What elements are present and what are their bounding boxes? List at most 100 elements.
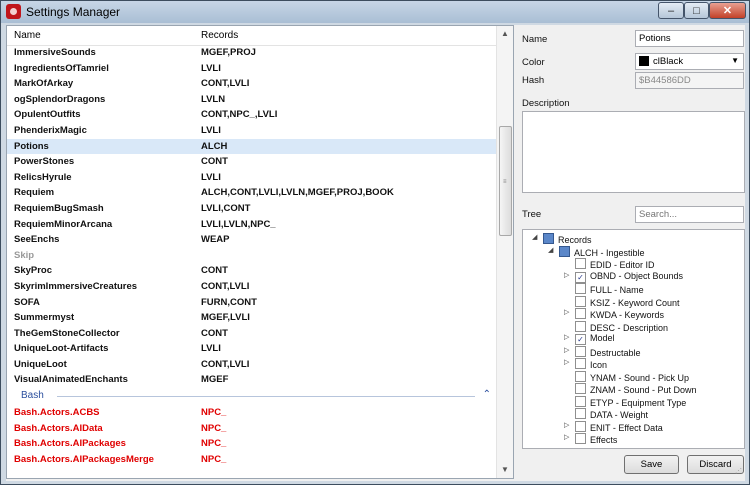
expand-icon[interactable]: ▷ [564,421,569,429]
list-item[interactable]: Bash.Actors.AIPackages NPC_ [7,436,497,452]
checkbox-partial[interactable] [543,233,554,244]
title-bar[interactable]: Settings Manager – □ ✕ [1,1,749,23]
list-item[interactable]: Potions ALCH [7,138,497,155]
checkbox[interactable] [575,395,586,407]
list-item[interactable]: UniqueLoot CONT,LVLI [7,357,497,373]
color-select[interactable]: clBlack ▼ [635,53,744,70]
tree-node-item[interactable]: ▷ ENIT - Effect Data [564,420,663,434]
list-item-records: ALCH,CONT,LVLI,LVLN,MGEF,PROJ,BOOK [201,187,394,199]
collapse-icon[interactable]: ◢ [532,233,537,241]
expand-icon[interactable]: ▷ [564,308,569,316]
list-item[interactable]: MarkOfArkay CONT,LVLI [7,76,497,92]
checkbox[interactable] [575,420,586,432]
color-label: Color [522,57,545,68]
settings-list[interactable]: Name Records ImmersiveSounds MGEF,PROJ Ing… [6,25,514,479]
vertical-scrollbar[interactable]: ▲ ≡ ▼ [496,26,513,478]
checkbox[interactable] [575,258,586,269]
description-field[interactable] [522,111,745,193]
checkbox[interactable] [575,383,586,394]
checkbox[interactable] [575,433,586,444]
tree-node-alch[interactable]: ◢ ALCH - Ingestible [548,245,645,259]
tree-node-item[interactable]: ▷ ✓ OBND - Object Bounds [564,271,683,284]
tree-node-item[interactable]: ▷ ✓ Model [564,333,615,346]
list-item-records: NPC_ [201,438,227,450]
scroll-down-arrow-icon[interactable]: ▼ [497,462,513,478]
expand-icon[interactable]: ▷ [564,358,569,366]
list-item-name: RelicsHyrule [14,171,72,183]
list-item[interactable]: SeeEnchs WEAP [7,232,497,248]
list-item[interactable]: TheGemStoneCollector CONT [7,326,497,342]
list-item[interactable]: IngredientsOfTamriel LVLI [7,61,497,77]
expand-icon[interactable]: ▷ [564,433,569,441]
checkbox[interactable] [575,408,586,419]
record-tree[interactable]: ◢ Records ◢ ALCH - Ingestible EDID - Editor … [522,229,745,449]
scroll-up-arrow-icon[interactable]: ▲ [497,26,513,42]
tree-node-records[interactable]: ◢ Records [532,233,592,246]
save-button[interactable]: Save [624,455,679,474]
list-item[interactable]: RequiemBugSmash LVLI,CONT [7,201,497,217]
expand-icon[interactable]: ▷ [564,271,569,279]
checkbox[interactable] [575,345,586,357]
list-item[interactable]: OpulentOutfits CONT,NPC_,LVLI [7,107,497,123]
chevron-up-icon[interactable]: ⌃ [483,389,491,400]
tree-node-item[interactable]: DESC - Description [575,320,668,334]
tree-node-item[interactable]: ▷ Effects [564,433,617,446]
checkbox[interactable] [575,295,586,307]
tree-node-item[interactable]: ETYP - Equipment Type [575,395,686,409]
checkbox[interactable]: ✓ [575,334,586,345]
expand-icon[interactable]: ▷ [564,346,569,354]
maximize-button[interactable]: □ [684,2,709,19]
list-item[interactable]: ImmersiveSounds MGEF,PROJ [7,45,497,61]
minimize-button[interactable]: – [658,2,684,19]
list-item[interactable]: RelicsHyrule LVLI [7,170,497,186]
checkbox[interactable] [575,283,586,294]
tree-node-item[interactable]: FULL - Name [575,283,644,296]
expand-icon[interactable]: ▷ [564,333,569,341]
list-item[interactable]: Skip [7,248,497,264]
checkbox-partial[interactable] [559,245,570,257]
resize-grip-icon[interactable]: ⋰ [735,467,742,475]
list-item[interactable]: PowerStones CONT [7,154,497,170]
column-header-name[interactable]: Name [14,30,41,41]
column-header-records[interactable]: Records [201,30,238,41]
list-item[interactable]: Bash.Actors.ACBS NPC_ [7,405,497,421]
scroll-thumb[interactable]: ≡ [499,126,512,236]
tree-node-item[interactable]: ▷ Icon [564,358,608,371]
tree-node-label: Icon [590,360,608,370]
list-item[interactable]: SkyProc CONT [7,263,497,279]
list-item[interactable]: SkyrimImmersiveCreatures CONT,LVLI [7,279,497,295]
list-item[interactable]: Summermyst MGEF,LVLI [7,310,497,326]
list-item[interactable]: Bash.Actors.AIPackagesMerge NPC_ [7,452,497,468]
group-header-bash[interactable]: Bash ⌃ [7,388,497,405]
tree-node-item[interactable]: ZNAM - Sound - Put Down [575,383,697,396]
tree-node-item[interactable]: EDID - Editor ID [575,258,655,271]
close-button[interactable]: ✕ [709,2,746,19]
list-item-name: Bash.Actors.ACBS [14,407,100,419]
list-item[interactable]: Requiem ALCH,CONT,LVLI,LVLN,MGEF,PROJ,BOO… [7,185,497,201]
checkbox[interactable] [575,358,586,369]
list-item-records: LVLI [201,124,221,136]
list-item[interactable]: RequiemMinorArcana LVLI,LVLN,NPC_ [7,217,497,233]
list-item[interactable]: SOFA FURN,CONT [7,295,497,311]
collapse-icon[interactable]: ◢ [548,246,553,254]
list-item-records: LVLN [201,93,226,105]
tree-search-input[interactable] [635,206,744,223]
tree-node-label: ENIT - Effect Data [590,422,663,433]
tree-node-item[interactable]: YNAM - Sound - Pick Up [575,370,689,384]
list-item-name: SkyrimImmersiveCreatures [14,280,138,292]
list-item[interactable]: Bash.Actors.AIData NPC_ [7,421,497,437]
tree-node-item[interactable]: ▷ KWDA - Keywords [564,308,664,321]
list-item-name: Bash.Actors.AIData [14,422,103,434]
checkbox[interactable] [575,308,586,319]
tree-node-item[interactable]: DATA - Weight [575,408,648,421]
name-field[interactable]: Potions [635,30,744,47]
list-item[interactable]: ogSplendorDragons LVLN [7,92,497,108]
list-item[interactable]: VisualAnimatedEnchants MGEF [7,372,497,388]
list-item[interactable]: PhenderixMagic LVLI [7,123,497,139]
tree-node-item[interactable]: ▷ Destructable [564,345,641,359]
tree-node-item[interactable]: KSIZ - Keyword Count [575,295,680,309]
list-item[interactable]: UniqueLoot-Artifacts LVLI [7,341,497,357]
checkbox[interactable] [575,370,586,382]
checkbox[interactable]: ✓ [575,271,586,283]
checkbox[interactable] [575,320,586,332]
